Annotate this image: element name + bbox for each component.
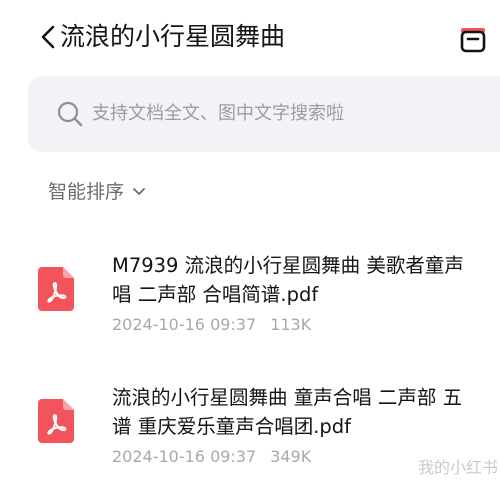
- page-title: 流浪的小行星圆舞曲: [60, 22, 286, 51]
- file-date: 2024-10-16 09:37: [112, 315, 257, 334]
- search-placeholder: 支持文档全文、图中文字搜索啦: [92, 103, 344, 124]
- file-name: 流浪的小行星圆舞曲 童声合唱 二声部 五 谱 重庆爱乐童声合唱团.pdf: [112, 383, 500, 441]
- file-size: 113K: [270, 315, 312, 334]
- file-name-line: 谱 重庆爱乐童声合唱团.pdf: [112, 415, 352, 438]
- sort-dropdown[interactable]: 智能排序: [48, 178, 147, 206]
- file-size: 349K: [270, 447, 312, 466]
- watermark: 我的小红书: [418, 458, 499, 477]
- search-icon: [57, 101, 83, 127]
- chevron-left-icon: [41, 25, 55, 49]
- file-list-screen: 流浪的小行星圆舞曲 支持文档全文、图中文字搜索啦 智能排序 M7939 流浪的小…: [0, 0, 500, 500]
- file-list-item[interactable]: 流浪的小行星圆舞曲 童声合唱 二声部 五 谱 重庆爱乐童声合唱团.pdf 202…: [0, 378, 500, 498]
- file-list-item[interactable]: M7939 流浪的小行星圆舞曲 美歌者童声 唱 二声部 合唱简谱.pdf 202…: [0, 246, 500, 366]
- file-name: M7939 流浪的小行星圆舞曲 美歌者童声 唱 二声部 合唱简谱.pdf: [112, 251, 500, 309]
- cloud-drive-icon: [460, 28, 486, 53]
- file-name-line: 唱 二声部 合唱简谱.pdf: [112, 283, 319, 306]
- file-meta: 2024-10-16 09:37 113K: [112, 313, 311, 337]
- back-button[interactable]: [36, 21, 60, 53]
- file-name-line: M7939 流浪的小行星圆舞曲 美歌者童声: [112, 254, 464, 277]
- pdf-file-icon: [38, 267, 74, 311]
- cloud-drive-button[interactable]: [457, 24, 489, 56]
- search-input[interactable]: 支持文档全文、图中文字搜索啦: [28, 76, 500, 152]
- file-date: 2024-10-16 09:37: [112, 447, 257, 466]
- pdf-file-icon: [38, 399, 74, 443]
- file-meta: 2024-10-16 09:37 349K: [112, 445, 311, 469]
- chevron-down-icon: [133, 188, 145, 195]
- header: 流浪的小行星圆舞曲: [0, 0, 500, 76]
- sort-label: 智能排序: [48, 181, 125, 203]
- file-name-line: 流浪的小行星圆舞曲 童声合唱 二声部 五: [112, 386, 463, 409]
